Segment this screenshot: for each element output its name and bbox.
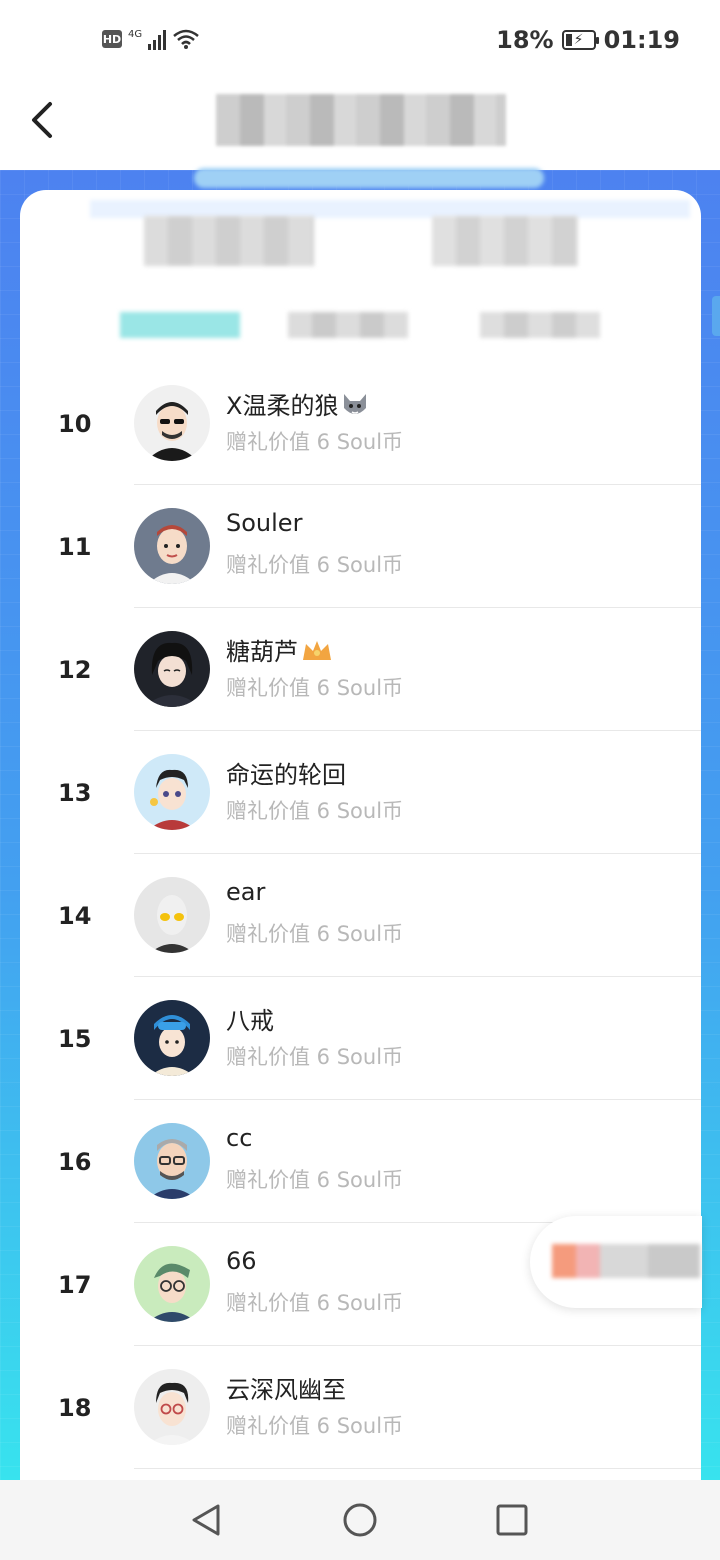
user-name: cc [226, 1124, 253, 1152]
gift-value: 赠礼价值 6 Soul币 [226, 676, 404, 700]
user-name: 糖葫芦 [226, 632, 331, 667]
gift-value: 赠礼价值 6 Soul币 [226, 1168, 404, 1192]
avatar[interactable] [134, 1123, 210, 1199]
list-item[interactable]: 16 cc 赠礼价值 6 Soul币 [20, 1100, 701, 1223]
side-tab[interactable] [712, 296, 720, 336]
user-name-text: X温柔的狼 [226, 392, 339, 420]
user-name-text: 糖葫芦 [226, 638, 298, 666]
avatar[interactable] [134, 631, 210, 707]
list-item[interactable]: 15 八戒 赠礼价值 6 Soul币 [20, 977, 701, 1100]
redacted-stat-1 [144, 216, 314, 266]
rank-number: 16 [58, 1147, 92, 1176]
rank-number: 13 [58, 778, 92, 807]
list-item[interactable]: 13 命运的轮回 赠礼价值 6 Soul币 [20, 731, 701, 854]
back-button[interactable] [24, 98, 64, 142]
nav-back-icon [192, 1504, 220, 1536]
back-arrow-icon [32, 102, 52, 138]
clock: 01:19 [603, 26, 680, 54]
user-name: ear [226, 878, 266, 906]
list-item[interactable]: 14 ear 赠礼价值 6 Soul币 [20, 854, 701, 977]
avatar[interactable] [134, 385, 210, 461]
rank-number: 11 [58, 532, 92, 561]
wifi-icon [172, 28, 200, 50]
user-name: 命运的轮回 [226, 761, 346, 789]
signal-icon [148, 28, 167, 50]
crown-icon [300, 638, 331, 664]
status-right: 18% ⚡ 01:19 [496, 26, 680, 54]
list-item[interactable]: 11 Souler 赠礼价值 6 Soul币 [20, 485, 701, 608]
rank-number: 17 [58, 1270, 92, 1299]
avatar[interactable] [134, 508, 210, 584]
rank-number: 10 [58, 409, 92, 438]
hd-badge: HD [102, 30, 122, 48]
gift-value: 赠礼价值 6 Soul币 [226, 799, 404, 823]
avatar[interactable] [134, 1000, 210, 1076]
tab-redacted-2[interactable] [288, 312, 408, 338]
list-item[interactable]: 10 X温柔的狼 赠礼价值 6 Soul币 [20, 362, 701, 485]
list-item[interactable]: 18 云深风幽至 赠礼价值 6 Soul币 [20, 1346, 701, 1469]
rank-number: 15 [58, 1024, 92, 1053]
floating-action-button[interactable] [530, 1216, 702, 1308]
wolf-icon [340, 392, 370, 418]
status-left: HD 4G [102, 28, 200, 50]
floating-label-redacted [552, 1244, 700, 1278]
avatar[interactable] [134, 1246, 210, 1322]
nav-home-icon [343, 1503, 377, 1537]
user-name: X温柔的狼 [226, 386, 370, 421]
rank-number: 18 [58, 1393, 92, 1422]
page-title-redacted [216, 94, 506, 146]
status-bar: HD 4G 18% ⚡ 01:19 [0, 0, 720, 84]
rank-number: 14 [58, 901, 92, 930]
battery-percent: 18% [496, 26, 554, 54]
divider [134, 1468, 701, 1469]
battery-icon: ⚡ [561, 30, 599, 50]
gift-value: 赠礼价值 6 Soul币 [226, 553, 404, 577]
avatar[interactable] [134, 1369, 210, 1445]
user-name: Souler [226, 509, 303, 537]
gift-value: 赠礼价值 6 Soul币 [226, 430, 404, 454]
user-name: 八戒 [226, 1007, 274, 1035]
title-underline-redacted [194, 168, 544, 188]
avatar[interactable] [134, 877, 210, 953]
system-nav-bar [0, 1480, 720, 1560]
tab-redacted-1[interactable] [120, 312, 240, 338]
gift-value: 赠礼价值 6 Soul币 [226, 1045, 404, 1069]
user-name: 66 [226, 1247, 257, 1275]
nav-home-button[interactable] [340, 1500, 380, 1540]
gift-value: 赠礼价值 6 Soul币 [226, 922, 404, 946]
list-item[interactable]: 12 糖葫芦 赠礼价值 6 Soul币 [20, 608, 701, 731]
network-type: 4G [128, 28, 143, 40]
gift-value: 赠礼价值 6 Soul币 [226, 1414, 404, 1438]
nav-back-button[interactable] [186, 1500, 226, 1540]
nav-recents-button[interactable] [492, 1500, 532, 1540]
header [0, 84, 720, 172]
nav-recents-icon [496, 1504, 528, 1536]
redacted-stat-2 [432, 216, 578, 266]
rank-number: 12 [58, 655, 92, 684]
gift-value: 赠礼价值 6 Soul币 [226, 1291, 404, 1315]
tab-redacted-3[interactable] [480, 312, 600, 338]
avatar[interactable] [134, 754, 210, 830]
user-name: 云深风幽至 [226, 1376, 346, 1404]
